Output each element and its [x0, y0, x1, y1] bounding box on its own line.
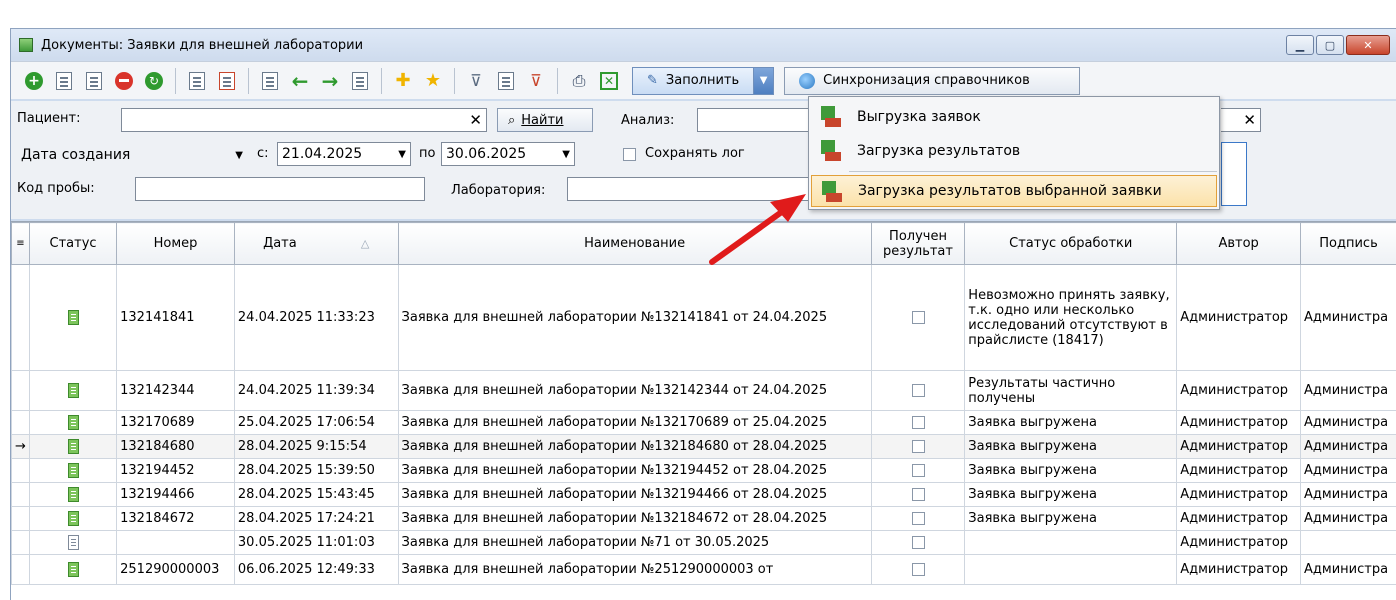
annotation-arrow-shaft	[709, 203, 793, 265]
annotation-arrow	[709, 194, 806, 265]
